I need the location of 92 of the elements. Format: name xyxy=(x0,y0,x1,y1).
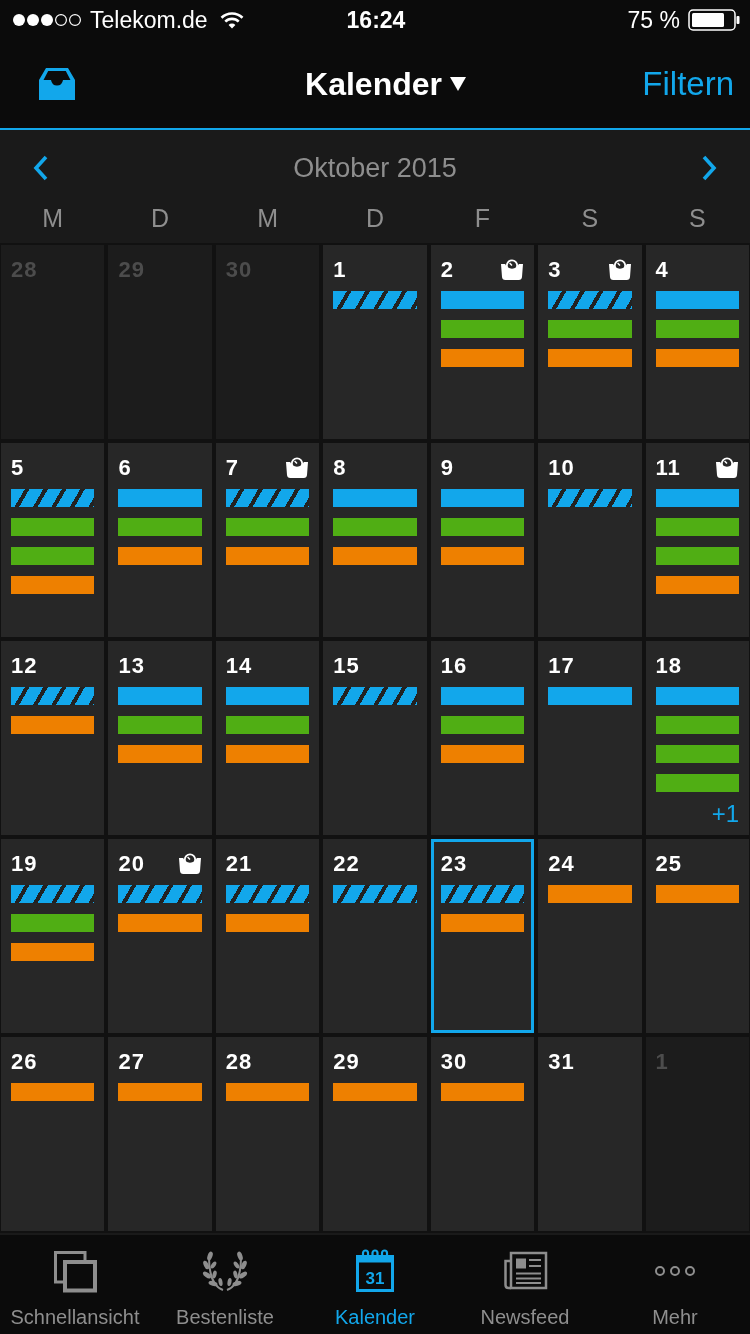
tray-icon xyxy=(37,66,77,102)
day-number: 8 xyxy=(333,455,347,481)
day-cell[interactable]: 4 xyxy=(645,245,749,439)
battery-percentage: 75 % xyxy=(627,6,680,34)
stacked-squares-icon xyxy=(52,1249,98,1293)
day-cell[interactable]: 16 xyxy=(430,641,535,835)
day-number: 22 xyxy=(333,851,360,877)
tab-bar-item[interactable]: Mehr xyxy=(600,1235,750,1334)
day-cell[interactable]: 19 xyxy=(1,839,105,1033)
chevron-left-icon xyxy=(33,155,49,181)
chevron-right-icon xyxy=(701,155,717,181)
day-number: 29 xyxy=(333,1049,360,1075)
day-number: 19 xyxy=(11,851,38,877)
day-number: 15 xyxy=(333,653,360,679)
day-number: 31 xyxy=(548,1049,575,1075)
day-cell[interactable]: 10 xyxy=(538,443,642,637)
weekday-label: S xyxy=(688,203,706,233)
day-number: 24 xyxy=(548,851,575,877)
day-number: 27 xyxy=(118,1049,145,1075)
day-cell[interactable]: 13 xyxy=(108,641,212,835)
day-cell[interactable]: 18 +1 xyxy=(645,641,749,835)
day-cell[interactable]: 24 xyxy=(538,839,642,1033)
day-number: 14 xyxy=(225,653,253,679)
day-cell[interactable]: 20 xyxy=(108,839,212,1033)
day-number: 20 xyxy=(118,851,145,877)
day-number: 4 xyxy=(655,257,669,283)
day-number: 1 xyxy=(333,257,347,283)
weekday-label: D xyxy=(151,203,170,233)
day-cell[interactable]: 17 xyxy=(538,641,642,835)
day-number: 7 xyxy=(225,455,240,481)
inbox-button[interactable] xyxy=(37,66,77,102)
day-number: 26 xyxy=(11,1049,38,1075)
weekday-label: S xyxy=(581,203,599,233)
wifi-icon xyxy=(219,11,244,29)
day-number: 16 xyxy=(440,653,468,679)
day-cell[interactable]: 25 xyxy=(645,839,749,1033)
weekday-label: D xyxy=(365,203,384,233)
day-cell[interactable]: 3 xyxy=(538,245,642,439)
day-cell[interactable]: 30 xyxy=(430,1037,535,1231)
day-cell[interactable]: 31 xyxy=(538,1037,642,1231)
day-cell[interactable]: 14 xyxy=(215,641,320,835)
tab-bar-item[interactable]: Newsfeed xyxy=(450,1235,600,1334)
day-cell[interactable]: 26 xyxy=(1,1037,105,1231)
caret-icon xyxy=(449,77,466,91)
tab-bar-item[interactable]: 31 Kalender xyxy=(300,1235,450,1334)
day-number: 17 xyxy=(548,653,575,679)
day-number: 28 xyxy=(225,1049,253,1075)
day-number: 10 xyxy=(548,455,575,481)
day-cell[interactable]: 6 xyxy=(108,443,212,637)
day-cell[interactable]: 1 xyxy=(323,245,427,439)
day-number: 18 xyxy=(655,653,683,679)
day-number: 9 xyxy=(440,455,454,481)
day-cell[interactable]: 7 xyxy=(215,443,320,637)
day-number: 12 xyxy=(11,653,38,679)
tab-bar-item[interactable]: Schnellansicht xyxy=(0,1235,150,1334)
laurel-wreath-icon xyxy=(202,1249,248,1293)
day-cell[interactable]: 2 xyxy=(430,245,535,439)
tab-bar-item[interactable]: Bestenliste xyxy=(150,1235,300,1334)
day-number: 2 xyxy=(440,257,454,283)
day-cell[interactable]: 21 xyxy=(215,839,320,1033)
day-cell[interactable]: 9 xyxy=(430,443,535,637)
carrier-name: Telekom.de xyxy=(90,6,208,34)
day-cell[interactable]: 27 xyxy=(108,1037,212,1231)
more-dots-icon xyxy=(655,1266,695,1276)
day-number: 3 xyxy=(548,257,562,283)
month-title: Oktober 2015 xyxy=(293,152,457,184)
day-number: 30 xyxy=(440,1049,468,1075)
day-cell[interactable]: 23 xyxy=(430,839,535,1033)
filter-button[interactable]: Filtern xyxy=(642,65,734,103)
day-cell[interactable]: 5 xyxy=(1,443,105,637)
day-number: 25 xyxy=(655,851,683,877)
day-number: 6 xyxy=(118,455,132,481)
battery-icon xyxy=(688,9,740,31)
day-cell[interactable]: 8 xyxy=(323,443,427,637)
day-number: 21 xyxy=(225,851,253,877)
day-number: 5 xyxy=(11,455,25,481)
more-events-count[interactable]: +1 xyxy=(711,800,739,828)
day-number: 23 xyxy=(440,851,468,877)
weekday-label: M xyxy=(257,203,278,233)
weekday-label: M xyxy=(42,203,64,233)
signal-icon xyxy=(12,13,82,27)
status-time: 16:24 xyxy=(346,6,406,34)
day-cell[interactable]: 12 xyxy=(1,641,105,835)
day-cell[interactable]: 11 xyxy=(645,443,749,637)
day-cell[interactable]: 29 xyxy=(323,1037,427,1231)
day-cell[interactable]: 28 xyxy=(215,1037,320,1231)
day-number: 13 xyxy=(118,653,145,679)
weekday-label: F xyxy=(474,203,491,233)
calendar-menu-button[interactable]: Kalender xyxy=(305,65,466,103)
day-cell[interactable]: 15 xyxy=(323,641,427,835)
day-cell[interactable]: 22 xyxy=(323,839,427,1033)
day-number: 11 xyxy=(655,455,681,481)
